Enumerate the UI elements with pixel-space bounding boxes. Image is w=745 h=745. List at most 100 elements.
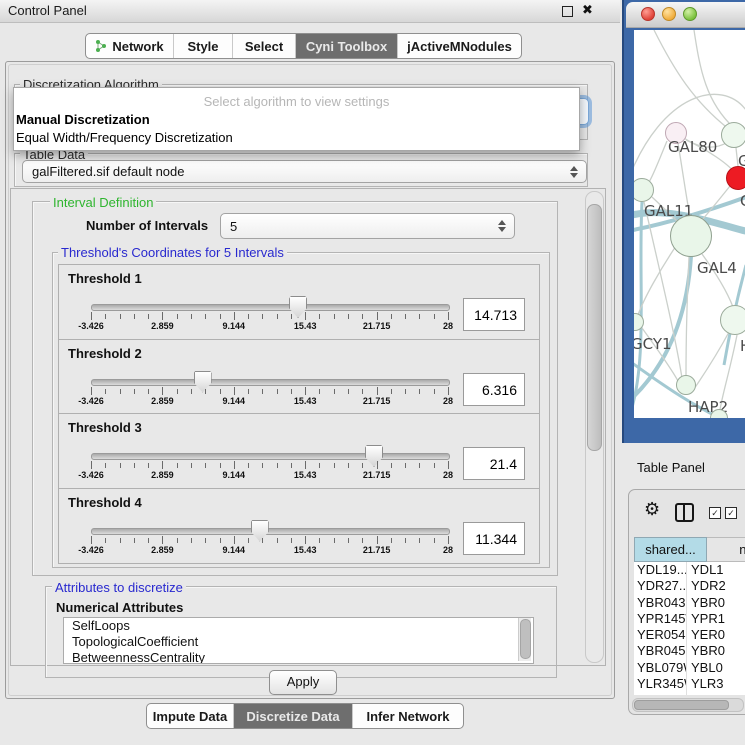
cell-name[interactable]: YBL0	[687, 660, 745, 676]
cell-shared-name[interactable]: YER054C	[634, 627, 687, 643]
numerical-attributes-list[interactable]: SelfLoopsTopologicalCoefficientBetweenne…	[63, 617, 534, 664]
slider-track[interactable]	[91, 304, 450, 311]
attribute-list-item[interactable]: BetweennessCentrality	[64, 650, 533, 664]
attribute-list-item[interactable]: TopologicalCoefficient	[64, 634, 533, 650]
table-row[interactable]: YBR045CYBR0	[634, 643, 745, 659]
cell-name[interactable]: YDR2	[687, 578, 745, 594]
network-node[interactable]	[721, 122, 745, 148]
network-node[interactable]	[720, 305, 745, 335]
tab-cyni-toolbox[interactable]: Cyni Toolbox	[296, 34, 398, 58]
minimize-button-icon[interactable]	[662, 7, 676, 21]
number-of-intervals-combobox[interactable]: 5	[220, 213, 515, 239]
threshold-value-field[interactable]: 11.344	[463, 522, 525, 555]
float-window-icon[interactable]	[562, 6, 573, 17]
threshold-box: Threshold 4 -3.4262.8599.14415.4321.7152…	[58, 488, 540, 564]
table-data-combobox[interactable]: galFiltered.sif default node	[22, 160, 587, 183]
cell-shared-name[interactable]: YIL052C	[634, 692, 687, 695]
threshold-value-field[interactable]: 14.713	[463, 298, 525, 331]
cell-shared-name[interactable]: YLR345W	[634, 676, 687, 692]
tab-jactivemnodules[interactable]: jActiveMNodules	[398, 34, 521, 58]
cell-name[interactable]: YPR1	[687, 611, 745, 627]
network-node[interactable]	[634, 313, 644, 331]
tab-select[interactable]: Select	[233, 34, 296, 58]
slider-tick	[91, 312, 92, 320]
tab-network[interactable]: Network	[86, 34, 174, 58]
cell-name[interactable]: YLR3	[687, 676, 745, 692]
cell-shared-name[interactable]: YPR145W	[634, 611, 687, 627]
slider-tick	[334, 389, 335, 394]
zoom-button-icon[interactable]	[683, 7, 697, 21]
tab-style[interactable]: Style	[174, 34, 233, 58]
cell-name[interactable]: YIL0	[687, 692, 745, 695]
network-node[interactable]	[670, 215, 712, 257]
horizontal-scrollbar[interactable]	[632, 698, 744, 712]
tab-label: Discretize Data	[246, 709, 339, 724]
close-button-icon[interactable]	[641, 7, 655, 21]
column-header-shared[interactable]: shared...	[634, 537, 707, 562]
table-row[interactable]: YBR043CYBR0	[634, 595, 745, 611]
threshold-box: Threshold 3 -3.4262.8599.14415.4321.7152…	[58, 413, 540, 489]
list-scrollbar[interactable]	[518, 618, 531, 661]
popup-hint: Select algorithm to view settings	[14, 94, 579, 109]
table-row[interactable]: YER054CYER0	[634, 627, 745, 643]
close-icon[interactable]: ✖	[582, 2, 593, 18]
slider-tick	[362, 314, 363, 319]
network-node[interactable]	[634, 178, 654, 202]
slider-tick-label: 9.144	[223, 470, 246, 480]
column-header-name[interactable]: na	[707, 537, 745, 562]
scrollbar-thumb[interactable]	[520, 619, 531, 659]
table-body[interactable]: YDL19...YDL1YDR27...YDR2YBR043CYBR0YPR14…	[634, 562, 745, 695]
slider-tick	[434, 389, 435, 394]
cell-shared-name[interactable]: YBR045C	[634, 643, 687, 659]
network-node[interactable]	[726, 166, 745, 190]
slider-track[interactable]	[91, 453, 450, 460]
slider-tick	[134, 463, 135, 468]
combo-spinner-icon	[569, 166, 578, 178]
slider-track[interactable]	[91, 528, 450, 535]
cell-shared-name[interactable]: YBL079W	[634, 660, 687, 676]
slider-tick	[419, 314, 420, 319]
node-label: H	[740, 337, 745, 355]
slider-track[interactable]	[91, 379, 450, 386]
slider-tick	[291, 538, 292, 543]
threshold-value-field[interactable]: 21.4	[463, 447, 525, 480]
slider-tick-label: 9.144	[223, 396, 246, 406]
attribute-list-item[interactable]: SelfLoops	[64, 618, 533, 634]
checkbox-icon[interactable]: ✓	[725, 507, 737, 519]
table-row[interactable]: YDR27...YDR2	[634, 578, 745, 594]
table-row[interactable]: YIL052CYIL0	[634, 692, 745, 695]
gear-icon[interactable]: ⚙	[644, 499, 660, 520]
scrollbar-thumb[interactable]	[634, 700, 729, 710]
table-row[interactable]: YLR345WYLR3	[634, 676, 745, 692]
checkbox-icon[interactable]: ✓	[709, 507, 721, 519]
cell-name[interactable]: YBR0	[687, 595, 745, 611]
scrollbar-thumb[interactable]	[587, 204, 602, 451]
slider-tick	[91, 461, 92, 469]
vertical-scrollbar[interactable]	[585, 191, 604, 663]
popup-option-equal-width-frequency[interactable]: Equal Width/Frequency Discretization	[16, 130, 233, 145]
cell-name[interactable]: YBR0	[687, 643, 745, 659]
threshold-value-field[interactable]: 6.316	[463, 373, 525, 406]
table-row[interactable]: YPR145WYPR1	[634, 611, 745, 627]
cell-shared-name[interactable]: YDR27...	[634, 578, 687, 594]
node-label: GCY1	[634, 335, 672, 353]
slider-tick	[319, 538, 320, 543]
cell-shared-name[interactable]: YBR043C	[634, 595, 687, 611]
cell-name[interactable]: YER0	[687, 627, 745, 643]
popup-option-manual-discretization[interactable]: Manual Discretization	[16, 112, 150, 127]
table-row[interactable]: YBL079WYBL0	[634, 660, 745, 676]
tab-infer-network[interactable]: Infer Network	[353, 704, 463, 728]
table-row[interactable]: YDL19...YDL1	[634, 562, 745, 578]
cell-shared-name[interactable]: YDL19...	[634, 562, 687, 578]
tab-impute-data[interactable]: Impute Data	[147, 704, 234, 728]
split-columns-icon[interactable]	[675, 503, 694, 522]
apply-button[interactable]: Apply	[269, 670, 337, 695]
network-node[interactable]	[676, 375, 696, 395]
tab-discretize-data[interactable]: Discretize Data	[234, 704, 353, 728]
network-view[interactable]: GAL80GCGAL11GAL4GCY1HHAP2	[634, 30, 745, 418]
cell-name[interactable]: YDL1	[687, 562, 745, 578]
slider-tick	[162, 387, 163, 395]
network-window-titlebar[interactable]	[626, 2, 745, 28]
slider-tick	[191, 314, 192, 319]
slider-tick	[319, 314, 320, 319]
